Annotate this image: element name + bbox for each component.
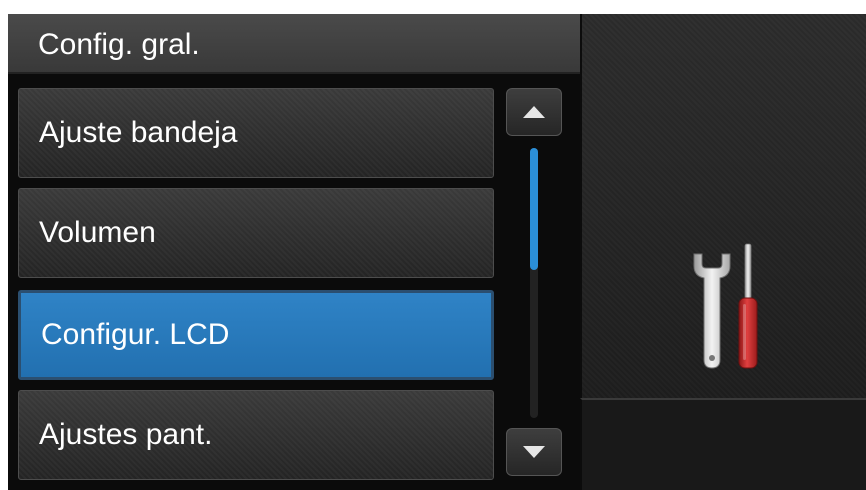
page-title: Config. gral. bbox=[38, 28, 200, 61]
scroll-thumb[interactable] bbox=[530, 148, 538, 270]
menu-item-label: Configur. LCD bbox=[41, 318, 230, 351]
printer-lcd-screen: Config. gral. Ajuste bandeja Volumen Con… bbox=[8, 14, 866, 490]
menu-item-ajuste-bandeja[interactable]: Ajuste bandeja bbox=[18, 88, 494, 178]
menu-item-label: Volumen bbox=[39, 216, 156, 249]
wrench-screwdriver-icon bbox=[693, 243, 758, 369]
menu-item-label: Ajustes pant. bbox=[39, 418, 213, 451]
side-panel-footer bbox=[580, 398, 866, 490]
menu-item-label: Ajuste bandeja bbox=[39, 116, 238, 149]
triangle-up-icon bbox=[523, 106, 545, 118]
header-bar: Config. gral. bbox=[8, 14, 580, 74]
scrollbar bbox=[504, 88, 568, 490]
menu-list: Ajuste bandeja Volumen Configur. LCD Aju… bbox=[8, 74, 580, 490]
scroll-track[interactable] bbox=[530, 148, 538, 418]
menu-item-configur-lcd[interactable]: Configur. LCD bbox=[18, 290, 494, 380]
menu-item-ajustes-pant[interactable]: Ajustes pant. bbox=[18, 390, 494, 480]
scroll-down-button[interactable] bbox=[506, 428, 562, 476]
menu-item-volumen[interactable]: Volumen bbox=[18, 188, 494, 278]
scroll-up-button[interactable] bbox=[506, 88, 562, 136]
side-panel bbox=[580, 14, 866, 398]
triangle-down-icon bbox=[523, 446, 545, 458]
